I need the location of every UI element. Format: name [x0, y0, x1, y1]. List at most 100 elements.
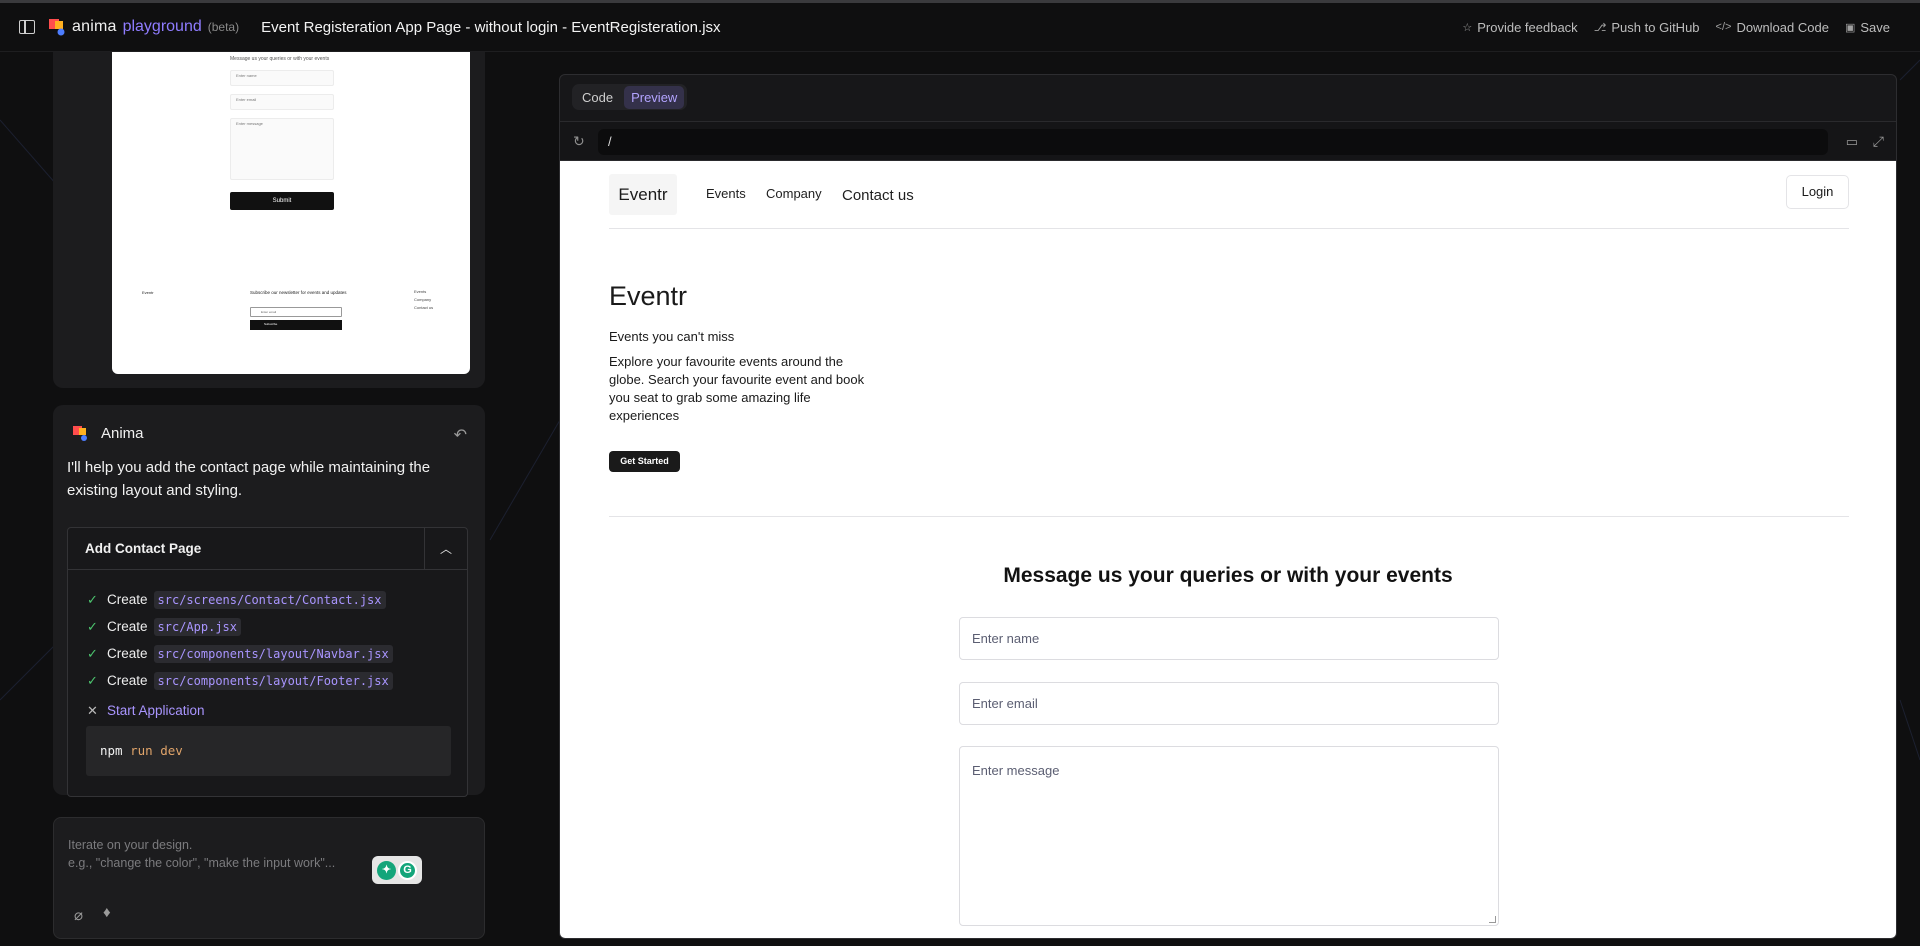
- save-icon: ▣: [1844, 21, 1856, 34]
- code-icon: </>: [1715, 21, 1732, 33]
- get-started-button[interactable]: Get Started: [609, 451, 680, 472]
- hero-title: Eventr: [609, 281, 688, 311]
- preview-frame: Code Preview ↻ / ▭ ⤢ Eventr Events Compa…: [559, 74, 1897, 939]
- command-args: run dev: [130, 743, 183, 758]
- url-input[interactable]: /: [598, 129, 1828, 155]
- chat-header: Anima: [73, 425, 144, 442]
- task-panel: Add Contact Page ︿ ✓ Create src/screens/…: [67, 527, 468, 797]
- design-preview-card: Message us your queries or with your eve…: [53, 40, 485, 388]
- step-verb: Create: [107, 646, 148, 661]
- tab-preview[interactable]: Preview: [624, 85, 685, 109]
- top-actions: ☆ Provide feedback ⎇ Push to GitHub </> …: [1462, 20, 1890, 35]
- tab-code[interactable]: Code: [575, 86, 620, 109]
- prompt-placeholder: Iterate on your design. e.g., "change th…: [68, 836, 335, 872]
- chevron-up-icon[interactable]: ︿: [424, 527, 467, 570]
- push-to-github-button[interactable]: ⎇ Push to GitHub: [1594, 20, 1700, 35]
- nav-events[interactable]: Events: [706, 186, 746, 201]
- save-label: Save: [1860, 19, 1890, 35]
- view-tabs: Code Preview: [572, 84, 688, 110]
- task-step: ✓ Create src/screens/Contact/Contact.jsx: [87, 586, 467, 613]
- sidebar-toggle-icon[interactable]: [19, 20, 35, 34]
- login-button[interactable]: Login: [1786, 175, 1849, 209]
- lightbulb-icon: ✦: [377, 861, 396, 880]
- app-preview: Eventr Events Company Contact us Login E…: [560, 161, 1896, 938]
- mini-email-field: Enter email: [230, 94, 334, 110]
- check-icon: ✓: [87, 672, 98, 688]
- close-icon: ✕: [87, 702, 98, 718]
- step-path[interactable]: src/App.jsx: [153, 617, 242, 636]
- download-code-button[interactable]: </> Download Code: [1716, 20, 1829, 35]
- hero-tagline: Events you can't miss: [609, 329, 735, 344]
- anima-avatar-icon: [73, 425, 87, 441]
- section-divider: [609, 516, 1849, 517]
- mini-message-field: Enter message: [230, 118, 334, 180]
- message-placeholder: Enter message: [972, 763, 1060, 778]
- mini-submit-button: Submit: [230, 192, 334, 210]
- mini-footer-link: Events: [414, 289, 427, 294]
- step-verb: Create: [107, 673, 148, 688]
- message-textarea[interactable]: Enter message: [959, 746, 1499, 926]
- brand-word: anima: [72, 18, 117, 35]
- start-application-link[interactable]: Start Application: [107, 703, 205, 718]
- prompt-input[interactable]: Iterate on your design. e.g., "change th…: [53, 817, 485, 939]
- brand-sub: playground: [122, 18, 202, 35]
- task-steps: ✓ Create src/screens/Contact/Contact.jsx…: [68, 570, 467, 724]
- command-block: npm run dev: [86, 726, 451, 776]
- app-navbar: Eventr Events Company Contact us Login: [609, 174, 1849, 229]
- task-header[interactable]: Add Contact Page ︿: [68, 527, 467, 570]
- task-step: ✓ Create src/components/layout/Footer.js…: [87, 667, 467, 694]
- mini-name-field: Enter name: [230, 70, 334, 86]
- fullscreen-icon[interactable]: ⤢: [1873, 133, 1884, 150]
- mini-footer-brand: Eventr: [142, 290, 154, 295]
- mini-subscribe: Subscribe: [250, 320, 342, 330]
- save-button[interactable]: ▣ Save: [1845, 20, 1890, 35]
- design-thumbnail[interactable]: Message us your queries or with your eve…: [112, 52, 470, 374]
- email-input[interactable]: Enter email: [959, 682, 1499, 725]
- provide-feedback-button[interactable]: ☆ Provide feedback: [1462, 20, 1577, 35]
- step-verb: Create: [107, 619, 148, 634]
- page-title: Event Registeration App Page - without l…: [261, 18, 721, 36]
- chat-message-card: Anima ↶ I'll help you add the contact pa…: [53, 405, 485, 797]
- mini-footer-link: Contact us: [414, 305, 434, 310]
- download-code-label: Download Code: [1736, 19, 1829, 35]
- check-icon: ✓: [87, 618, 98, 634]
- chat-author: Anima: [101, 425, 144, 442]
- contact-title: Message us your queries or with your eve…: [1003, 564, 1453, 587]
- mini-heading: Message us your queries or with your eve…: [230, 56, 330, 62]
- check-icon: ✓: [87, 591, 98, 607]
- step-path[interactable]: src/components/layout/Navbar.jsx: [153, 644, 393, 663]
- grammarly-widget[interactable]: ✦ G: [372, 856, 422, 884]
- hero-description: Explore your favourite events around the…: [609, 354, 865, 423]
- task-step: ✓ Create src/components/layout/Navbar.js…: [87, 640, 467, 667]
- mini-footer-email: Enter email: [250, 307, 342, 317]
- resize-handle-icon[interactable]: [1489, 916, 1496, 923]
- prompt-placeholder-line: Iterate on your design.: [68, 838, 193, 852]
- prompt-placeholder-line: e.g., "change the color", "make the inpu…: [68, 856, 336, 870]
- brand-beta: (beta): [207, 20, 240, 34]
- mini-footer-links: Events Company Contact us: [414, 288, 433, 312]
- task-step-start: ✕ Start Application: [87, 697, 467, 724]
- app-brand[interactable]: Eventr: [609, 174, 677, 215]
- check-icon: ✓: [87, 645, 98, 661]
- task-title: Add Contact Page: [85, 541, 202, 556]
- step-path[interactable]: src/components/layout/Footer.jsx: [153, 671, 393, 690]
- url-bar: ↻ / ▭ ⤢: [560, 121, 1896, 161]
- nav-company[interactable]: Company: [766, 186, 822, 201]
- responsive-view-icon[interactable]: ▭: [1846, 134, 1858, 150]
- step-verb: Create: [107, 592, 148, 607]
- command-main: npm: [100, 743, 123, 758]
- provide-feedback-label: Provide feedback: [1477, 19, 1578, 35]
- undo-icon[interactable]: ↶: [454, 425, 467, 445]
- github-icon: ⎇: [1593, 21, 1607, 34]
- name-input[interactable]: Enter name: [959, 617, 1499, 660]
- grammarly-icon: G: [398, 861, 417, 880]
- push-to-github-label: Push to GitHub: [1611, 19, 1700, 35]
- attach-icon[interactable]: ⌀: [74, 906, 83, 924]
- microphone-icon[interactable]: ♦: [103, 904, 111, 921]
- brand[interactable]: anima playground (beta): [48, 18, 239, 36]
- reload-icon[interactable]: ↻: [573, 133, 585, 150]
- task-step: ✓ Create src/App.jsx: [87, 613, 467, 640]
- step-path[interactable]: src/screens/Contact/Contact.jsx: [153, 590, 386, 609]
- nav-contact-us[interactable]: Contact us: [842, 187, 914, 204]
- star-icon: ☆: [1462, 21, 1473, 34]
